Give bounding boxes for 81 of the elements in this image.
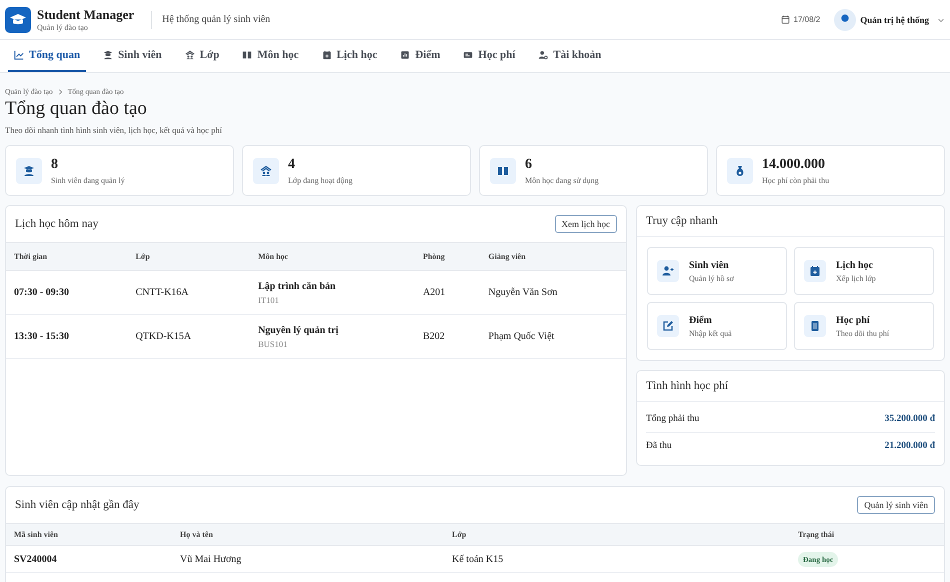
table-cell: Nguyễn Văn Sơn	[480, 270, 626, 314]
panel-title: Sinh viên cập nhật gần đây	[15, 499, 140, 511]
stat-value: 4	[288, 156, 296, 172]
subject-code: IT101	[258, 294, 280, 304]
stat-label: Học phí còn phải thu	[762, 176, 830, 184]
money-bag-icon	[734, 164, 746, 176]
fee-value: 35.200.000 đ	[884, 414, 935, 424]
column-header: Lớp	[444, 524, 790, 546]
nav-tab[interactable]: Học phí	[457, 40, 522, 72]
table-cell: B202	[414, 314, 480, 358]
column-header: Họ và tên	[172, 524, 444, 546]
quick-access-tile[interactable]: Sinh viên Quản lý hồ sơ	[647, 247, 787, 295]
stat-value: 6	[525, 156, 533, 172]
fee-label: Tổng phải thu	[646, 414, 700, 424]
fee-label: Đã thu	[646, 441, 672, 451]
subject-name: Lập trình căn bản	[258, 280, 337, 292]
stat-value: 14.000.000	[762, 156, 826, 172]
column-header: Mã sinh viên	[6, 524, 172, 546]
school-icon	[184, 50, 195, 60]
column-header: Giảng viên	[480, 242, 626, 270]
column-header: Lớp	[128, 242, 250, 270]
table-cell: A201	[414, 270, 480, 314]
column-header: Môn học	[250, 242, 415, 270]
table-cell: Kế toán K15	[444, 546, 790, 572]
subject-code: BUS101	[258, 338, 288, 348]
avatar-icon[interactable]	[834, 8, 856, 30]
nav-tab[interactable]: Tổng quan	[8, 40, 86, 72]
nav-tab[interactable]: Tài khoản	[532, 40, 608, 72]
table-cell: Phạm Quốc Việt	[480, 314, 626, 358]
graduation-cap-logo-icon	[5, 6, 31, 32]
nav-tab[interactable]: Lớp	[178, 40, 226, 72]
column-header: Thời gian	[6, 242, 128, 270]
chevron-right-icon	[58, 88, 63, 94]
stat-label: Sinh viên đang quản lý	[51, 176, 125, 184]
system-title: Hệ thống quản lý sinh viên	[151, 10, 270, 28]
view-schedule-button[interactable]: Xem lịch học	[554, 215, 617, 233]
table-cell: 07:30 - 09:30	[6, 270, 128, 314]
app-name: Student Manager	[37, 7, 134, 23]
nav-tab[interactable]: Sinh viên	[97, 40, 168, 72]
nav-tab[interactable]: Điểm	[394, 40, 446, 72]
panel-title: Truy cập nhanh	[646, 215, 718, 227]
stat-value: 8	[51, 156, 59, 172]
table-cell: CNTT-K16A	[128, 270, 250, 314]
subject-name: Nguyên lý quản trị	[258, 324, 340, 336]
book-icon	[242, 50, 252, 60]
page-subtitle: Theo dõi nhanh tình hình sinh viên, lịch học, kết quả và học phí	[5, 125, 223, 135]
graduate-icon	[23, 164, 35, 176]
school-icon	[260, 164, 272, 176]
quick-access-tile[interactable]: Lịch học Xếp lịch lớp	[794, 247, 934, 295]
stat-label: Môn học đang sử dụng	[525, 176, 599, 184]
user-gear-icon	[538, 50, 548, 60]
app-subtitle: Quản lý đào tạo	[37, 23, 89, 32]
quick-access-tile[interactable]: Điểm Nhập kết quả	[647, 302, 787, 350]
edit-icon	[662, 320, 674, 332]
fee-value: 21.200.000 đ	[884, 441, 935, 451]
document-icon	[809, 320, 821, 332]
nav-tab[interactable]: Lịch học	[316, 40, 384, 72]
page-title: Tổng quan đào tạo	[5, 98, 148, 120]
date-text: 17/08/2	[794, 15, 820, 24]
id-card-icon	[463, 50, 474, 60]
add-user-icon	[662, 265, 674, 277]
table-cell: Vũ Mai Hương	[172, 546, 444, 572]
manage-students-button[interactable]: Quản lý sinh viên	[857, 496, 935, 514]
calendar-icon	[780, 15, 790, 24]
table-cell: SV240004	[6, 546, 172, 572]
column-header: Trạng thái	[790, 524, 944, 546]
table-cell: 13:30 - 15:30	[6, 314, 128, 358]
quick-access-tile[interactable]: Học phí Theo dõi thu phí	[794, 302, 934, 350]
user-name[interactable]: Quản trị hệ thống	[860, 14, 929, 24]
calendar-icon	[322, 50, 332, 60]
table-cell: QTKD-K15A	[128, 314, 250, 358]
column-header: Phòng	[414, 242, 480, 270]
chart-box-icon	[400, 50, 410, 60]
panel-title: Tình hình học phí	[646, 380, 728, 392]
chart-icon	[14, 50, 24, 60]
panel-title: Lịch học hôm nay	[15, 218, 98, 230]
book-icon	[497, 164, 509, 176]
nav-tab[interactable]: Môn học	[236, 40, 305, 72]
stat-label: Lớp đang hoạt động	[288, 176, 352, 184]
calendar-icon	[809, 265, 821, 277]
graduate-icon	[103, 50, 114, 60]
